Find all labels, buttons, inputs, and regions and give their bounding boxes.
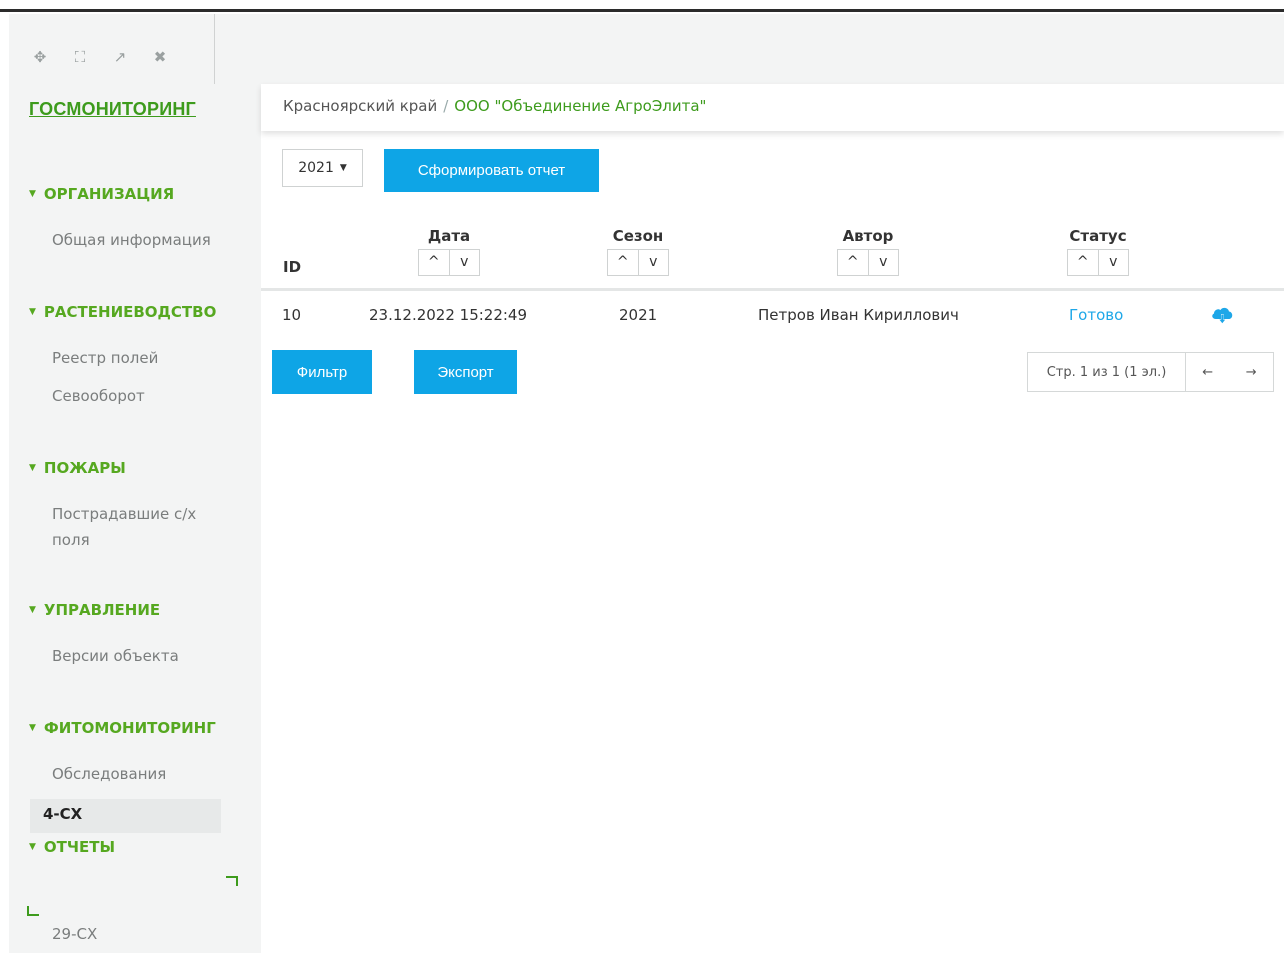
cloud-download-icon[interactable] (1210, 304, 1234, 326)
caret-down-icon: ▼ (29, 842, 36, 852)
sort-asc-button[interactable]: ^ (838, 250, 869, 275)
section-toggle-phytomonitoring[interactable]: ▼ ФИТОМОНИТОРИНГ (29, 719, 216, 737)
sidebar-item-surveys[interactable]: Обследования (52, 761, 216, 787)
prev-page-button[interactable]: ← (1186, 353, 1230, 391)
next-page-button[interactable]: → (1230, 353, 1274, 391)
filter-button[interactable]: Фильтр (272, 350, 372, 394)
move-icon[interactable]: ✥ (31, 48, 49, 66)
column-header-author: Автор (842, 227, 894, 245)
selection-corner-bottom-left (27, 906, 39, 916)
sort-desc-button[interactable]: v (450, 250, 480, 275)
year-select[interactable]: 2021 ▼ (282, 149, 363, 187)
section-title: ФИТОМОНИТОРИНГ (43, 719, 216, 737)
column-header-id: ID (283, 258, 302, 276)
sidebar-item-affected-fields[interactable]: Пострадавшие с/х поля (52, 501, 222, 553)
cell-season: 2021 (619, 306, 658, 324)
sidebar-item-29-sx[interactable]: 29-СХ (52, 921, 97, 947)
breadcrumb: Красноярский край / ООО "Объединение АгроЭ… (283, 97, 706, 115)
caret-down-icon: ▼ (29, 307, 36, 317)
cell-status-link[interactable]: Готово (1069, 306, 1123, 324)
pagination-info: Стр. 1 из 1 (1 эл.) (1028, 353, 1186, 391)
selection-corner-top-right (226, 876, 238, 886)
sort-asc-button[interactable]: ^ (419, 250, 450, 275)
cell-date: 23.12.2022 15:22:49 (369, 306, 528, 324)
section-toggle-management[interactable]: ▼ УПРАВЛЕНИЕ (29, 601, 179, 619)
sort-asc-button[interactable]: ^ (1068, 250, 1099, 275)
header-strip (261, 14, 1284, 84)
section-toggle-fires[interactable]: ▼ ПОЖАРЫ (29, 459, 222, 477)
section-toggle-crop-production[interactable]: ▼ РАСТЕНИЕВОДСТВО (29, 303, 216, 321)
open-external-icon[interactable]: ↗ (111, 48, 129, 66)
breadcrumb-separator: / (443, 97, 449, 115)
close-icon[interactable]: ✖ (151, 48, 169, 66)
sort-desc-button[interactable]: v (639, 250, 669, 275)
cell-author: Петров Иван Кириллович (758, 306, 959, 324)
sidebar-item-4-sx[interactable]: 4-СХ (30, 799, 221, 833)
year-value: 2021 (298, 160, 334, 176)
section-title: ОРГАНИЗАЦИЯ (43, 185, 175, 203)
section-title: РАСТЕНИЕВОДСТВО (43, 303, 217, 321)
cell-id: 10 (282, 306, 302, 324)
window-controls-tab: ✥ ⛶ ↗ ✖ (9, 14, 215, 84)
sort-control-season: ^ v (607, 249, 669, 276)
sort-control-author: ^ v (837, 249, 899, 276)
section-reports: ▼ ОТЧЕТЫ (29, 838, 115, 856)
caret-down-icon: ▼ (29, 189, 36, 199)
sidebar-item-crop-rotation[interactable]: Севооборот (52, 383, 216, 409)
section-title: УПРАВЛЕНИЕ (43, 601, 161, 619)
caret-down-icon: ▼ (339, 163, 347, 173)
section-toggle-organization[interactable]: ▼ ОРГАНИЗАЦИЯ (29, 185, 211, 203)
sort-desc-button[interactable]: v (1099, 250, 1129, 275)
section-title: ПОЖАРЫ (43, 459, 126, 477)
export-button[interactable]: Экспорт (414, 350, 517, 394)
section-organization: ▼ ОРГАНИЗАЦИЯ Общая информация (29, 185, 211, 253)
table-header-divider (261, 288, 1284, 291)
sidebar-item-label: 4-СХ (43, 805, 83, 823)
sort-desc-button[interactable]: v (869, 250, 899, 275)
caret-down-icon: ▼ (29, 463, 36, 473)
breadcrumb-bar: Красноярский край / ООО "Объединение АгроЭ… (261, 84, 1284, 131)
pagination: Стр. 1 из 1 (1 эл.) ← → (1027, 352, 1274, 392)
section-phytomonitoring: ▼ ФИТОМОНИТОРИНГ Обследования (29, 719, 216, 787)
caret-down-icon: ▼ (29, 605, 36, 615)
app-top-border (0, 0, 1284, 12)
fullscreen-icon[interactable]: ⛶ (71, 48, 89, 66)
sort-control-date: ^ v (418, 249, 480, 276)
breadcrumb-region[interactable]: Красноярский край (283, 97, 437, 115)
sidebar-item-field-registry[interactable]: Реестр полей (52, 345, 216, 371)
sidebar-item-general-info[interactable]: Общая информация (52, 227, 211, 253)
caret-down-icon: ▼ (29, 723, 36, 733)
generate-report-button[interactable]: Сформировать отчет (384, 149, 599, 192)
section-management: ▼ УПРАВЛЕНИЕ Версии объекта (29, 601, 179, 669)
section-crop-production: ▼ РАСТЕНИЕВОДСТВО Реестр полей Севооборо… (29, 303, 216, 409)
section-title: ОТЧЕТЫ (43, 838, 116, 856)
column-header-date: Дата (427, 227, 471, 245)
breadcrumb-organization[interactable]: ООО "Объединение АгроЭлита" (454, 97, 706, 115)
brand-link[interactable]: ГОСМОНИТОРИНГ (29, 99, 196, 120)
sidebar-item-object-versions[interactable]: Версии объекта (52, 643, 179, 669)
column-header-status: Статус (1069, 227, 1127, 245)
sort-asc-button[interactable]: ^ (608, 250, 639, 275)
section-toggle-reports[interactable]: ▼ ОТЧЕТЫ (29, 838, 115, 856)
section-fires: ▼ ПОЖАРЫ Пострадавшие с/х поля (29, 459, 222, 553)
column-header-season: Сезон (612, 227, 664, 245)
sort-control-status: ^ v (1067, 249, 1129, 276)
